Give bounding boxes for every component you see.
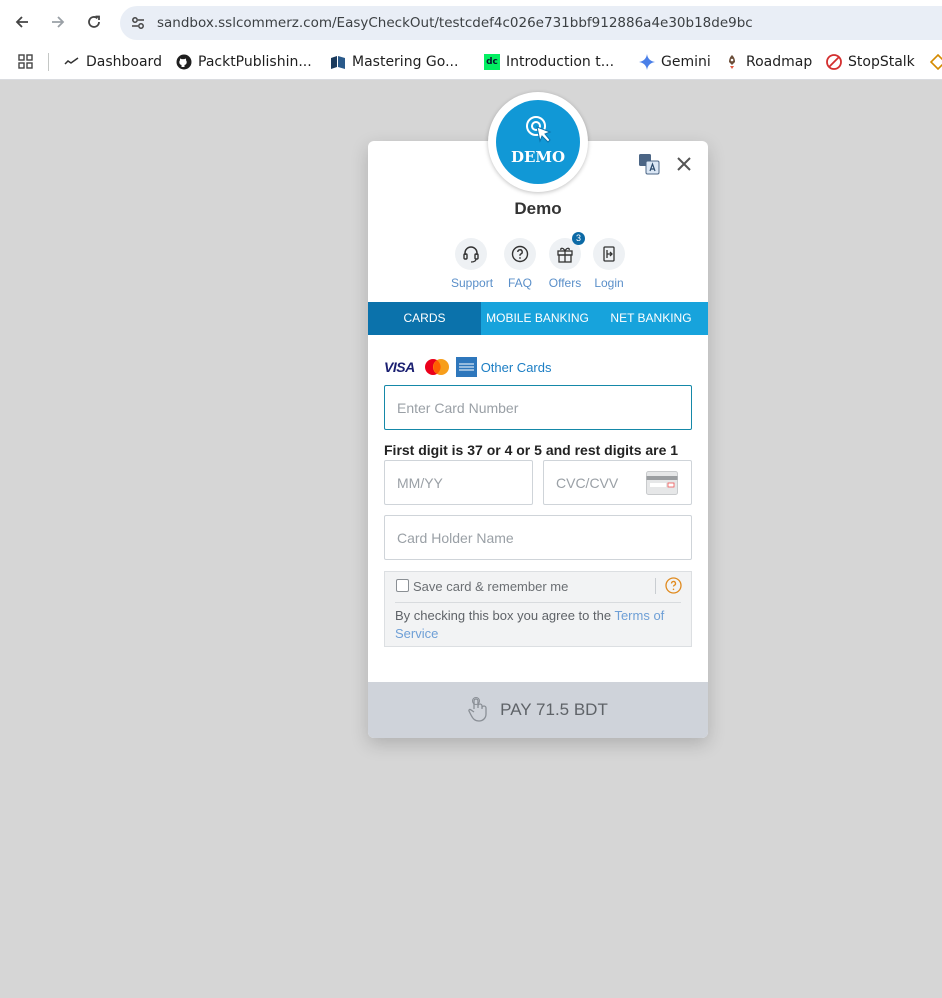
bookmark-mastering-go[interactable]: Mastering Go... <box>330 52 458 72</box>
tab-mobile-banking[interactable]: MOBILE BANKING <box>481 302 594 335</box>
bookmark-stopstalk[interactable]: StopStalk <box>826 52 915 72</box>
browser-toolbar: sandbox.sslcommerz.com/EasyCheckOut/test… <box>0 0 942 44</box>
book-icon <box>330 54 346 70</box>
merchant-name: Demo <box>514 199 562 218</box>
close-icon[interactable] <box>674 154 694 174</box>
card-number-input[interactable] <box>384 385 692 430</box>
reload-button[interactable] <box>82 10 106 34</box>
bookmark-packtpublishing[interactable]: PacktPublishin... <box>176 52 312 72</box>
github-icon <box>176 54 192 70</box>
bookmark-overflow[interactable] <box>930 52 942 72</box>
gemini-icon <box>639 54 655 70</box>
terms-notice: By checking this box you agree to the Te… <box>395 608 665 641</box>
bookmark-gemini[interactable]: Gemini <box>639 52 711 72</box>
bookmark-introduction[interactable]: dc Introduction t... <box>484 52 614 72</box>
card-brands: VISA Other Cards <box>384 357 552 377</box>
support-button[interactable]: Support <box>451 238 493 290</box>
card-number-hint: First digit is 37 or 4 or 5 and rest dig… <box>384 442 679 458</box>
back-button[interactable] <box>10 10 34 34</box>
logo-text: DEMO <box>510 148 566 166</box>
save-card-box: Save card & remember me By checking this… <box>384 571 692 647</box>
address-bar[interactable]: sandbox.sslcommerz.com/EasyCheckOut/test… <box>120 6 942 40</box>
arrow-left-icon <box>15 16 28 28</box>
question-icon <box>511 245 529 263</box>
bookmark-dashboard[interactable]: Dashboard <box>64 52 162 72</box>
tap-hand-icon <box>468 697 487 722</box>
tab-net-banking[interactable]: NET BANKING <box>594 302 708 335</box>
login-button[interactable]: Login <box>589 238 629 290</box>
bookmarks-bar: Dashboard PacktPublishin... Mastering Go… <box>0 44 942 80</box>
login-icon <box>603 246 615 262</box>
offers-button[interactable]: 3 Offers <box>545 232 585 290</box>
pay-label: PAY 71.5 BDT <box>500 700 608 719</box>
stopstalk-icon <box>826 54 842 70</box>
help-icon[interactable] <box>665 577 682 594</box>
mastercard-icon <box>424 359 449 375</box>
terms-divider <box>395 602 681 603</box>
faq-button[interactable]: FAQ <box>500 238 540 290</box>
site-settings-icon[interactable] <box>130 15 146 31</box>
payment-method-tabs: CARDS MOBILE BANKING NET BANKING <box>368 302 708 335</box>
card-holder-input[interactable] <box>384 515 692 560</box>
headset-icon <box>463 246 479 263</box>
tab-cards[interactable]: CARDS <box>368 302 481 335</box>
other-cards-link[interactable]: Other Cards <box>481 360 552 375</box>
save-card-label[interactable]: Save card & remember me <box>413 579 568 594</box>
cursor-click-icon <box>526 116 552 143</box>
cvc-card-icon <box>646 471 678 495</box>
url-text: sandbox.sslcommerz.com/EasyCheckOut/test… <box>157 15 753 31</box>
expiry-input[interactable] <box>384 460 533 505</box>
forward-button[interactable] <box>46 10 70 34</box>
diamond-icon <box>930 54 942 70</box>
dashboard-icon <box>64 54 80 70</box>
offers-count-badge: 3 <box>572 232 585 245</box>
pay-button[interactable]: PAY 71.5 BDT <box>368 682 708 738</box>
bookmarks-divider <box>48 53 49 71</box>
translate-icon[interactable] <box>638 153 660 175</box>
visa-logo: VISA <box>384 359 415 375</box>
bookmark-roadmap[interactable]: Roadmap <box>724 52 812 72</box>
rocket-icon <box>724 54 740 70</box>
save-card-checkbox[interactable] <box>396 579 409 592</box>
merchant-logo: DEMO <box>488 92 588 192</box>
reload-icon <box>88 15 100 28</box>
save-card-divider <box>655 578 656 594</box>
dc-icon: dc <box>484 54 500 70</box>
gift-icon <box>557 247 573 263</box>
arrow-right-icon <box>52 16 65 28</box>
checkout-modal <box>368 141 708 738</box>
logo-badge: DEMO <box>496 100 580 184</box>
apps-grid-icon[interactable] <box>18 54 34 70</box>
amex-icon <box>455 357 477 377</box>
